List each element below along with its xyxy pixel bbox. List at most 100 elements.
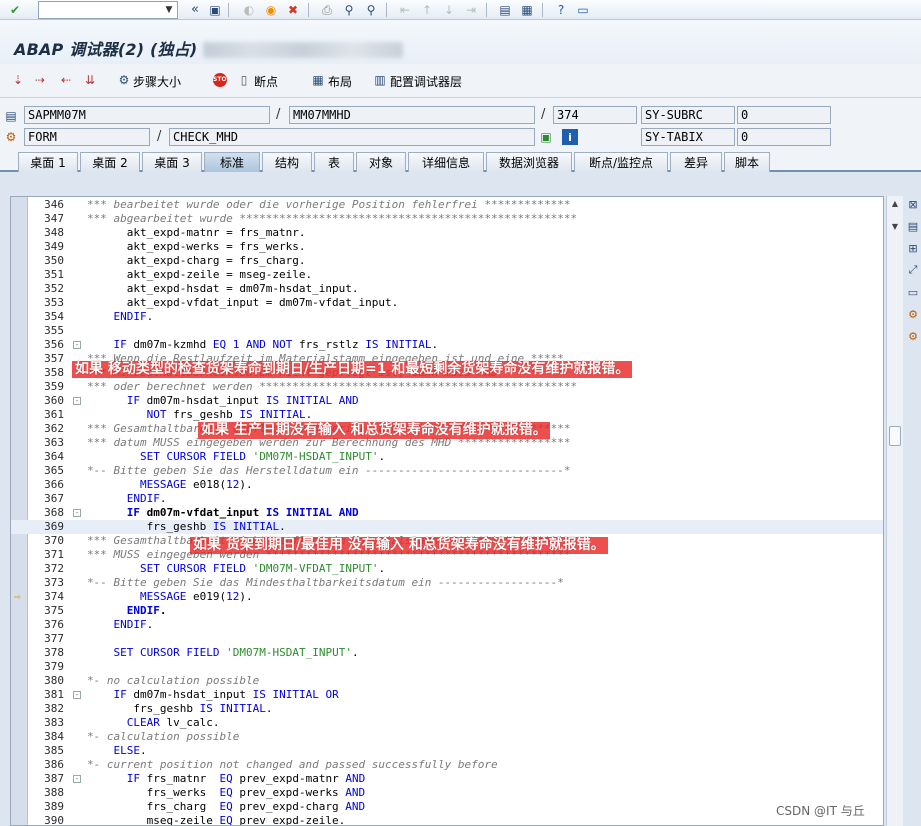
fold-toggle-icon[interactable]: - — [73, 509, 81, 517]
back-icon[interactable]: ◐ — [240, 1, 258, 18]
navigate-icon[interactable]: ▣ — [538, 129, 554, 145]
tab-script[interactable]: 脚本 — [724, 152, 770, 172]
code-line[interactable]: 365 *-- Bitte geben Sie das Herstelldatum… — [11, 464, 883, 478]
fold-toggle-icon[interactable]: - — [73, 691, 81, 699]
code-line[interactable]: 364 SET CURSOR FIELD 'DM07M-HSDAT_INPUT'… — [11, 450, 883, 464]
tab-desktop-3[interactable]: 桌面 3 — [142, 152, 202, 172]
code-line[interactable]: 384 *- calculation possible — [11, 730, 883, 744]
code-line[interactable]: 374 ⇨ MESSAGE e019(12). — [11, 590, 883, 604]
layout-button[interactable]: 布局 — [328, 73, 352, 90]
settings-icon[interactable]: ⚙ — [905, 306, 921, 322]
split-icon[interactable]: ▭ — [905, 284, 921, 300]
program-field[interactable]: SAPMM07M — [24, 106, 270, 124]
step-size-button[interactable]: 步骤大小 — [133, 73, 181, 90]
variable-value-field[interactable]: 0 — [737, 128, 831, 146]
stop-icon[interactable]: STOP — [213, 73, 231, 87]
scrollbar-thumb[interactable] — [889, 426, 901, 446]
code-line[interactable]: 366 MESSAGE e018(12). — [11, 478, 883, 492]
code-line[interactable]: 386 *- current position not changed and p… — [11, 758, 883, 772]
code-line[interactable]: 375 ENDIF. — [11, 604, 883, 618]
exit-icon[interactable]: ◉ — [262, 1, 280, 18]
variable-name-field[interactable]: SY-SUBRC — [641, 106, 735, 124]
print-icon[interactable]: ⎙ — [318, 1, 336, 18]
step-size-icon[interactable]: ⚙ — [116, 72, 132, 88]
last-page-icon[interactable]: ⇥ — [462, 1, 480, 18]
tab-standard[interactable]: 标准 — [204, 152, 260, 172]
tab-diff[interactable]: 差异 — [670, 152, 722, 172]
close-pane-icon[interactable]: ⊠ — [905, 196, 921, 212]
code-line[interactable]: 376 ENDIF. — [11, 618, 883, 632]
tab-structure[interactable]: 结构 — [262, 152, 312, 172]
code-line[interactable]: 385 ELSE. — [11, 744, 883, 758]
code-line[interactable]: 381 - IF dm07m-hsdat_input IS INITIAL OR — [11, 688, 883, 702]
code-line[interactable]: 373 *-- Bitte geben Sie das Mindesthaltba… — [11, 576, 883, 590]
tools-icon[interactable]: ⚙ — [905, 328, 921, 344]
configure-debugger-layer-button[interactable]: 配置调试器层 — [390, 73, 462, 90]
fold-toggle-icon[interactable]: - — [73, 775, 81, 783]
tree-icon[interactable]: ⊞ — [905, 240, 921, 256]
find-icon[interactable]: ⚲ — [340, 1, 358, 18]
step-into-icon[interactable]: ⇣ — [10, 72, 26, 88]
collapse-icon[interactable]: « — [186, 1, 204, 18]
include-field[interactable]: MM07MMHD — [289, 106, 535, 124]
first-page-icon[interactable]: ⇤ — [396, 1, 414, 18]
continue-icon[interactable]: ⇊ — [82, 72, 98, 88]
code-line[interactable]: 346 *** bearbeitet wurde oder die vorheri… — [11, 198, 883, 212]
chevron-down-icon[interactable]: ▼ — [162, 3, 176, 17]
line-number-field[interactable]: 374 — [553, 106, 637, 124]
event-name-field[interactable]: CHECK_MHD — [169, 128, 535, 146]
find-next-icon[interactable]: ⚲ — [362, 1, 380, 18]
watchpoint-icon[interactable]: ▯ — [236, 72, 252, 88]
layout-icon[interactable]: ▦ — [310, 72, 326, 88]
code-line[interactable]: 350 akt_expd-charg = frs_charg. — [11, 254, 883, 268]
code-line[interactable]: 388 frs_werks EQ prev_expd-werks AND — [11, 786, 883, 800]
code-line[interactable]: 361 NOT frs_geshb IS INITIAL. — [11, 408, 883, 422]
tab-object[interactable]: 对象 — [356, 152, 406, 172]
configure-icon[interactable]: ▥ — [372, 72, 388, 88]
variable-value-field[interactable]: 0 — [737, 106, 831, 124]
code-line[interactable]: 382 frs_geshb IS INITIAL. — [11, 702, 883, 716]
code-line[interactable]: 348 akt_expd-matnr = frs_matnr. — [11, 226, 883, 240]
code-line[interactable]: 354 ENDIF. — [11, 310, 883, 324]
code-line[interactable]: 368 - IF dm07m-vfdat_input IS INITIAL AND — [11, 506, 883, 520]
code-line[interactable]: 380 *- no calculation possible — [11, 674, 883, 688]
tab-breakpoints-watchpoints[interactable]: 断点/监控点 — [574, 152, 668, 172]
event-type-field[interactable]: FORM — [24, 128, 150, 146]
edit-pane-icon[interactable]: ▤ — [905, 218, 921, 234]
code-line[interactable]: 367 ENDIF. — [11, 492, 883, 506]
scroll-up-icon[interactable]: ▲ — [890, 199, 900, 209]
next-page-icon[interactable]: ↓ — [440, 1, 458, 18]
help-icon[interactable]: ? — [552, 1, 570, 18]
code-line[interactable]: 389 frs_charg EQ prev_expd-charg AND — [11, 800, 883, 814]
code-line[interactable]: 372 SET CURSOR FIELD 'DM07M-VFDAT_INPUT'… — [11, 562, 883, 576]
tab-table[interactable]: 表 — [314, 152, 354, 172]
fold-toggle-icon[interactable]: - — [73, 397, 81, 405]
code-line[interactable]: 347 *** abgearbeitet wurde **************… — [11, 212, 883, 226]
tab-desktop-2[interactable]: 桌面 2 — [80, 152, 140, 172]
code-line[interactable]: 369 frs_geshb IS INITIAL. — [11, 520, 883, 534]
source-code-editor[interactable]: 346 *** bearbeitet wurde oder die vorheri… — [10, 196, 884, 826]
step-return-icon[interactable]: ⇠ — [58, 72, 74, 88]
prev-page-icon[interactable]: ↑ — [418, 1, 436, 18]
shortcut-icon[interactable]: ▦ — [518, 1, 536, 18]
code-line[interactable]: 390 mseg-zeile EQ prev_expd-zeile. — [11, 814, 883, 825]
tab-desktop-1[interactable]: 桌面 1 — [18, 152, 78, 172]
maximize-icon[interactable]: ⤢ — [905, 262, 921, 278]
code-line[interactable]: 359 *** oder berechnet werden ***********… — [11, 380, 883, 394]
tab-details[interactable]: 详细信息 — [408, 152, 484, 172]
code-line[interactable]: 356 - IF dm07m-kzmhd EQ 1 AND NOT frs_rst… — [11, 338, 883, 352]
scroll-down-icon[interactable]: ▼ — [890, 222, 900, 232]
customize-icon[interactable]: ▭ — [574, 1, 592, 18]
step-over-icon[interactable]: ⇢ — [32, 72, 48, 88]
command-field[interactable]: ▼ — [38, 1, 178, 19]
code-line[interactable]: 352 akt_expd-hsdat = dm07m-hsdat_input. — [11, 282, 883, 296]
code-line[interactable]: 387 - IF frs_matnr EQ prev_expd-matnr AND — [11, 772, 883, 786]
cancel-icon[interactable]: ✖ — [284, 1, 302, 18]
code-line[interactable]: 378 SET CURSOR FIELD 'DM07M-HSDAT_INPUT'… — [11, 646, 883, 660]
new-session-icon[interactable]: ▤ — [496, 1, 514, 18]
check-icon[interactable]: ✔ — [6, 1, 24, 18]
save-icon[interactable]: ▣ — [206, 1, 224, 18]
breakpoint-button[interactable]: 断点 — [254, 73, 278, 90]
code-line[interactable]: 353 akt_expd-vfdat_input = dm07m-vfdat_i… — [11, 296, 883, 310]
code-line[interactable]: 355 — [11, 324, 883, 338]
